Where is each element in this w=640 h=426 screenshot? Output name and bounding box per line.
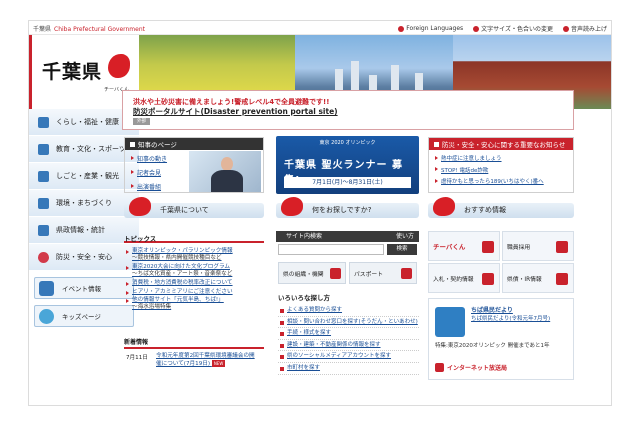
disaster-alert-box: 洪水や土砂災害に備えましょう!警戒レベル4で全員避難です!! 防災ポータルサイト…: [122, 90, 574, 130]
olympic-banner-top: 東京 2020 オリンピック: [319, 140, 376, 146]
flag-icon: [39, 280, 54, 296]
governor-link[interactable]: 知事の動き: [131, 154, 167, 163]
chiba-kun-mascot-icon: [108, 54, 130, 78]
section-search: 何をお探しですか?: [276, 197, 419, 218]
logo-text: 千葉県: [42, 61, 103, 83]
safety-link[interactable]: STOP! 電話de詐欺: [435, 166, 544, 174]
koho-title[interactable]: ちば県民だより: [471, 305, 513, 314]
nav-education-culture-sports[interactable]: 教育・文化・スポーツ: [29, 136, 139, 163]
topic-item[interactable]: 消費税・地方消費税の税率改正について: [126, 280, 264, 287]
top-bar: 千葉県 Chiba Prefectural Government Foreign …: [29, 21, 611, 35]
passport-icon: [401, 267, 412, 279]
recruitment-tile[interactable]: 職員採用: [502, 231, 574, 261]
koho-issue-link[interactable]: ちば県民だより(令和元年7月号): [471, 316, 569, 323]
person-icon: [556, 241, 568, 253]
nav-disaster-safety[interactable]: 防災・安全・安心: [29, 244, 139, 271]
brand-english: Chiba Prefectural Government: [54, 26, 145, 33]
new-badge: NEW: [211, 360, 226, 368]
koho-note: 特集:東京2020オリンピック 開催まであと1年: [435, 343, 550, 349]
left-nav: くらし・福祉・健康 教育・文化・スポーツ しごと・産業・観光 環境・まちづくり …: [29, 109, 139, 327]
text-size-icon: [473, 25, 480, 32]
pen-icon: [38, 143, 49, 155]
safety-header: 防災・安全・安心に関する重要なお知らせ: [429, 138, 573, 150]
square-icon: [130, 141, 135, 147]
chiba-kun-icon: [433, 197, 455, 216]
bidding-tile[interactable]: 入札・契約情報: [428, 263, 500, 293]
nav-work-industry-tourism[interactable]: しごと・産業・観光: [29, 163, 139, 190]
governor-header[interactable]: 知事のページ: [125, 138, 263, 150]
heart-icon: [38, 251, 49, 263]
recommend-grid: チーバくん 職員採用 入札・契約情報 県債・IR情報: [428, 231, 574, 293]
find-method-link[interactable]: 手続・様式を探す: [278, 328, 419, 340]
safety-link[interactable]: 虐待かもと思ったら189(いちはやく)番へ: [435, 177, 544, 185]
topic-item[interactable]: ヒアリ・アカミミアリにご注意ください: [126, 289, 264, 296]
search-help-link[interactable]: 使い方: [396, 231, 414, 242]
external-badge: 外部: [133, 118, 150, 125]
nav-environment-town[interactable]: 環境・まちづくり: [29, 190, 139, 217]
site-search-header: サイト内検索 使い方: [276, 231, 419, 242]
safety-links: 熱中症に注意しましょう STOP! 電話de詐欺 虐待かもと思ったら189(いち…: [435, 154, 544, 189]
olympic-torch-banner[interactable]: 東京 2020 オリンピック 千葉県 聖火ランナー 募集! 7月1日(月)〜8月…: [276, 136, 419, 194]
topics-list: 東京オリンピック・パラリンピック情報 〜競技情報・県内開催競技種目など 東京202…: [126, 248, 264, 313]
find-methods-header: いろいろな探し方: [278, 294, 330, 302]
chiba-kun-icon: [281, 197, 303, 216]
koho-panel: ちば県民だより ちば県民だより(令和元年7月号) 特集:東京2020オリンピック…: [428, 298, 574, 380]
bonds-ir-tile[interactable]: 県債・IR情報: [502, 263, 574, 293]
org-chart-icon: [330, 267, 341, 279]
find-method-link[interactable]: 建設・建築・不動産関係の情報を探す: [278, 340, 419, 352]
text-size-color-link[interactable]: 文字サイズ・色合いの変更: [473, 24, 553, 33]
nav-prefectural-info-statistics[interactable]: 県政情報・統計: [29, 217, 139, 244]
news-date: 7月11日: [126, 355, 148, 361]
safety-link[interactable]: 熱中症に注意しましょう: [435, 154, 544, 162]
topics-header: トピックス: [124, 230, 264, 243]
site-brand: 千葉県 Chiba Prefectural Government: [33, 24, 145, 33]
governor-photo[interactable]: [189, 151, 261, 192]
topic-item[interactable]: 東京2020大会に向けた文化プログラム 〜ちば文化資産・アート祭・音楽祭など: [126, 264, 264, 278]
find-method-link[interactable]: 県のソーシャルメディアアカウントを探す: [278, 351, 419, 363]
passport-button[interactable]: パスポート: [349, 262, 417, 284]
organization-button[interactable]: 県の組織・機関: [278, 262, 346, 284]
document-icon: [482, 273, 494, 285]
news-header: 新着情報: [124, 337, 264, 349]
topic-item[interactable]: 東京オリンピック・パラリンピック情報 〜競技情報・県内開催競技種目など: [126, 248, 264, 262]
child-face-icon: [39, 308, 54, 324]
globe-icon: [398, 25, 405, 32]
briefcase-icon: [38, 170, 49, 182]
building-icon: [38, 224, 49, 236]
brand-prefecture: 千葉県: [33, 26, 52, 33]
disaster-portal-link[interactable]: 防災ポータルサイト(Disaster prevention portal sit…: [133, 106, 338, 117]
read-aloud-link[interactable]: 音声読み上げ: [562, 24, 607, 33]
governor-links: 知事の動き 記者会見 出演番組: [131, 154, 167, 196]
chiba-kun-icon: [482, 241, 494, 253]
square-icon: [434, 141, 439, 147]
governor-link[interactable]: 出演番組: [131, 182, 167, 191]
chart-icon: [556, 273, 568, 285]
find-method-link[interactable]: 相談・問い合わせ窓口を探す(そうだん・といあわせ): [278, 317, 419, 329]
olympic-banner-dates: 7月1日(月)〜8月31日(土): [284, 177, 411, 188]
section-recommend: おすすめ情報: [428, 197, 574, 218]
house-icon: [38, 116, 49, 128]
news-link[interactable]: 令和元年度第2回千葉県環境審議会の開催について(7月19日) NEW: [156, 353, 256, 368]
environment-icon: [38, 197, 49, 209]
section-about-chiba: 千葉県について: [124, 197, 264, 218]
top-links: Foreign Languages 文字サイズ・色合いの変更 音声読み上げ: [398, 24, 607, 33]
speaker-icon: [562, 25, 569, 32]
chiba-kun-tile[interactable]: チーバくん: [428, 231, 500, 261]
foreign-languages-link[interactable]: Foreign Languages: [398, 24, 463, 33]
kids-page-button[interactable]: キッズページ: [34, 305, 134, 327]
search-input[interactable]: [278, 244, 384, 255]
internet-broadcast-link[interactable]: インターネット放送局: [435, 363, 571, 372]
topic-item[interactable]: 他の情報サイト「元気半島、ちば!」 〜海水浴場特集: [126, 297, 264, 311]
find-method-link[interactable]: よくある質問から探す: [278, 305, 419, 317]
governor-panel: 知事のページ 知事の動き 記者会見 出演番組: [124, 137, 264, 193]
chiba-kun-icon: [129, 197, 151, 216]
find-method-link[interactable]: 市町村を探す: [278, 363, 419, 375]
safety-notice-panel: 防災・安全・安心に関する重要なお知らせ 熱中症に注意しましょう STOP! 電話…: [428, 137, 574, 193]
search-button[interactable]: 検索: [387, 244, 417, 255]
book-icon: [435, 307, 465, 337]
governor-link[interactable]: 記者会見: [131, 168, 167, 177]
find-methods-list: よくある質問から探す 相談・問い合わせ窓口を探す(そうだん・といあわせ) 手続・…: [278, 305, 419, 375]
event-info-button[interactable]: イベント情報: [34, 277, 134, 299]
